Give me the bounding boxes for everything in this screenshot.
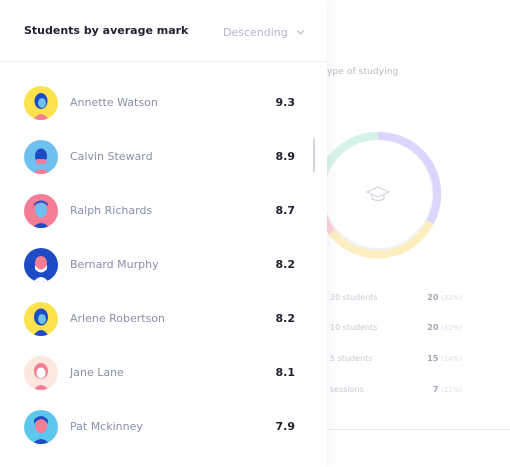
avatar xyxy=(24,86,58,120)
student-name: Calvin Steward xyxy=(70,150,153,163)
scrollbar[interactable] xyxy=(313,138,315,172)
type-of-studying-donut-chart xyxy=(318,131,442,259)
divider xyxy=(328,429,510,430)
list-item[interactable]: Jane Lane 8.1 xyxy=(0,346,327,400)
card-title: Students by average mark xyxy=(24,24,189,37)
student-name: Arlene Robertson xyxy=(70,312,166,325)
woman-icon xyxy=(33,363,49,390)
list-item[interactable]: Calvin Steward 8.9 xyxy=(0,130,327,184)
woman-icon xyxy=(33,93,49,120)
list-item[interactable]: Arlene Robertson 8.2 xyxy=(0,292,327,346)
student-name: Pat Mckinney xyxy=(70,420,143,433)
background-row: 10 students 20 (32%) xyxy=(330,323,462,332)
avatar xyxy=(24,356,58,390)
man-icon xyxy=(32,200,50,228)
background-row: 5 students 15 (24%) xyxy=(330,354,462,363)
student-name: Annette Watson xyxy=(70,96,158,109)
man-icon xyxy=(33,256,49,282)
student-mark: 8.7 xyxy=(275,204,296,217)
woman-icon xyxy=(33,308,49,336)
student-mark: 8.9 xyxy=(275,150,296,163)
list-item[interactable]: Annette Watson 9.3 xyxy=(0,76,327,130)
students-by-mark-card: Students by average mark Descending Anne… xyxy=(0,0,327,467)
student-mark: 8.1 xyxy=(275,366,296,379)
student-name: Jane Lane xyxy=(70,366,124,379)
avatar xyxy=(24,140,58,174)
list-item[interactable]: Pat Mckinney 7.9 xyxy=(0,400,327,454)
avatar xyxy=(24,248,58,282)
student-mark: 9.3 xyxy=(275,96,296,109)
student-mark: 7.9 xyxy=(275,420,296,433)
sort-label: Descending xyxy=(223,25,288,39)
student-mark: 8.2 xyxy=(275,312,296,325)
chevron-down-icon xyxy=(296,29,304,35)
man-icon xyxy=(32,148,50,174)
card-header: Students by average mark Descending xyxy=(0,0,327,62)
list-item[interactable]: Ralph Richards 8.7 xyxy=(0,184,327,238)
student-name: Ralph Richards xyxy=(70,204,153,217)
list-item[interactable]: Bernard Murphy 8.2 xyxy=(0,238,327,292)
background-row: sessions 7 (12%) xyxy=(330,385,462,394)
student-name: Bernard Murphy xyxy=(70,258,159,271)
sort-dropdown[interactable]: Descending xyxy=(223,24,305,40)
avatar xyxy=(24,194,58,228)
student-mark: 8.2 xyxy=(275,258,296,271)
background-row: 20 students 20 (32%) xyxy=(330,293,462,302)
background-section-title: ype of studying xyxy=(327,67,399,77)
avatar xyxy=(24,410,58,444)
avatar xyxy=(24,302,58,336)
man-icon xyxy=(32,416,50,444)
